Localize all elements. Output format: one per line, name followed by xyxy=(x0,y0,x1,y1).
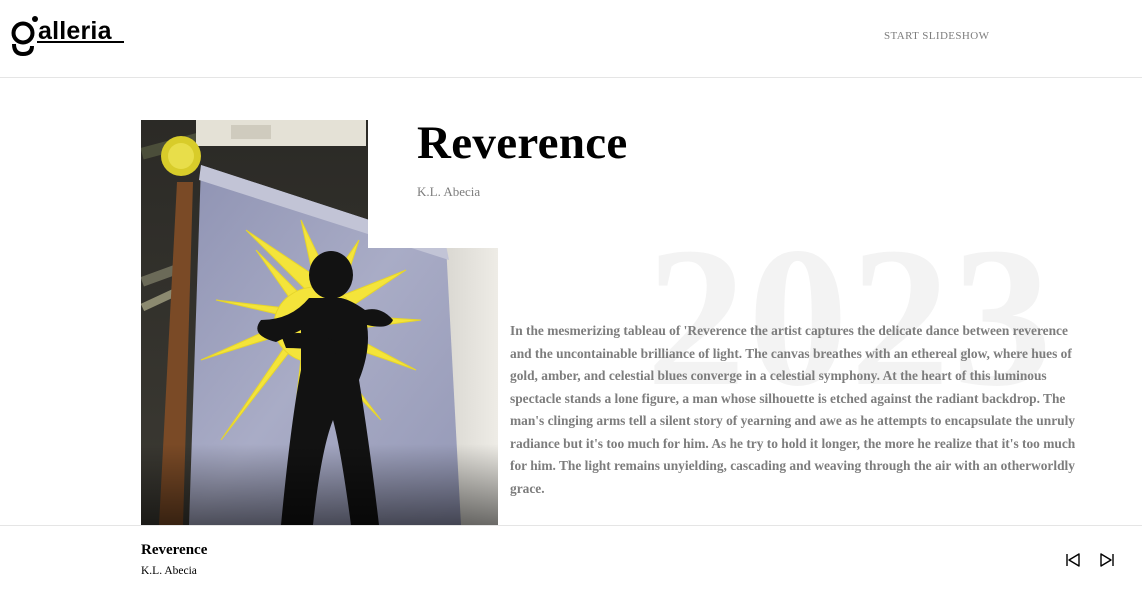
footer-bar: Reverence K.L. Abecia xyxy=(0,525,1142,595)
logo-g-mark xyxy=(11,16,38,57)
logo-underline xyxy=(37,41,124,43)
galleria-logo[interactable]: alleria xyxy=(10,14,130,58)
footer-artwork-artist: K.L. Abecia xyxy=(141,565,197,577)
footer-artwork-title: Reverence xyxy=(141,542,208,558)
artwork-title: Reverence xyxy=(417,117,628,169)
skip-previous-icon[interactable] xyxy=(1065,552,1081,568)
skip-next-icon[interactable] xyxy=(1099,552,1115,568)
site-header: alleria START SLIDESHOW xyxy=(0,0,1142,78)
artwork-description: In the mesmerizing tableau of 'Reverence… xyxy=(510,323,1076,496)
start-slideshow-link[interactable]: START SLIDESHOW xyxy=(884,30,989,42)
artwork-artist: K.L. Abecia xyxy=(417,184,481,199)
